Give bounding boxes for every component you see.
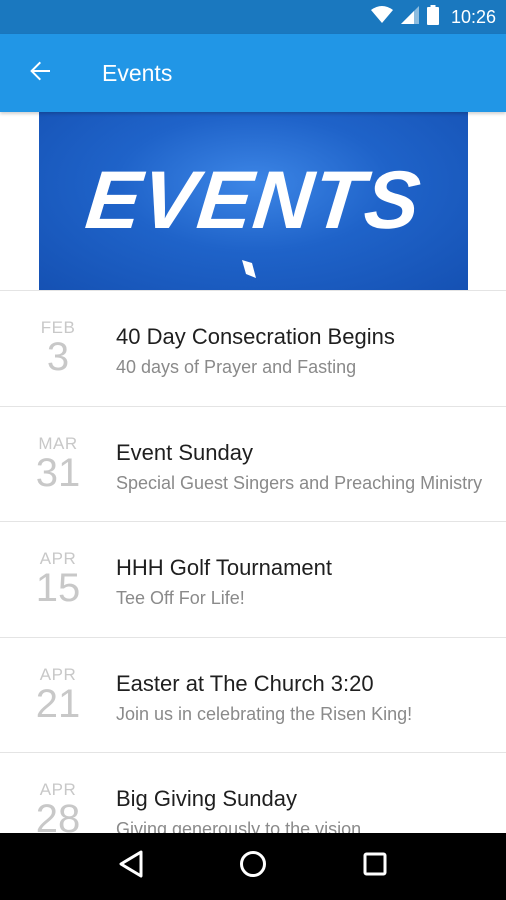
banner-container: EVENTS — [0, 112, 506, 290]
event-month: APR — [39, 664, 77, 684]
signal-icon — [400, 5, 419, 29]
event-list: FEB 3 40 Day Consecration Begins 40 days… — [0, 290, 506, 868]
back-button[interactable] — [0, 34, 80, 112]
app-bar: Events — [0, 34, 506, 112]
status-bar: 10:26 — [0, 0, 506, 34]
banner-mark — [242, 260, 256, 278]
event-subtitle: Tee Off For Life! — [116, 588, 245, 608]
status-icons: 10:26 — [370, 0, 496, 34]
page-title: Events — [102, 59, 173, 86]
event-day: 3 — [46, 335, 70, 379]
status-time: 10:26 — [450, 6, 496, 27]
list-item[interactable]: APR 21 Easter at The Church 3:20 Join us… — [0, 636, 506, 752]
event-title: 40 Day Consecration Begins — [116, 324, 395, 349]
nav-back-button[interactable] — [111, 847, 151, 887]
event-date: FEB 3 — [20, 319, 96, 379]
event-date: MAR 31 — [20, 433, 96, 495]
back-triangle-icon — [118, 850, 144, 883]
recents-square-icon — [363, 852, 387, 881]
arrow-back-icon — [28, 59, 52, 88]
events-banner-image: EVENTS — [39, 112, 468, 290]
battery-icon — [426, 4, 439, 30]
nav-home-button[interactable] — [233, 847, 273, 887]
home-circle-icon — [239, 850, 267, 883]
event-title: Event Sunday — [116, 439, 253, 465]
event-day: 31 — [35, 450, 81, 495]
list-item[interactable]: APR 15 HHH Golf Tournament Tee Off For L… — [0, 521, 506, 637]
event-subtitle: Join us in celebrating the Risen King! — [116, 703, 413, 724]
event-title: Big Giving Sunday — [116, 786, 297, 811]
event-date: APR 21 — [20, 664, 96, 726]
event-day: 21 — [35, 681, 81, 726]
nav-recents-button[interactable] — [355, 847, 395, 887]
event-title: Easter at The Church 3:20 — [116, 670, 374, 696]
wifi-icon — [370, 5, 393, 29]
event-title: HHH Golf Tournament — [116, 555, 333, 580]
event-month: MAR — [38, 433, 78, 453]
list-item[interactable]: MAR 31 Event Sunday Special Guest Singer… — [0, 405, 506, 521]
event-subtitle: 40 days of Prayer and Fasting — [116, 357, 357, 377]
system-nav-bar — [0, 833, 506, 900]
event-date: APR 28 — [20, 781, 96, 840]
banner-text: EVENTS — [81, 155, 426, 246]
event-day: 15 — [35, 566, 81, 610]
list-item[interactable]: FEB 3 40 Day Consecration Begins 40 days… — [0, 290, 506, 406]
event-date: APR 15 — [20, 550, 96, 610]
event-subtitle: Special Guest Singers and Preaching Mini… — [116, 472, 483, 493]
